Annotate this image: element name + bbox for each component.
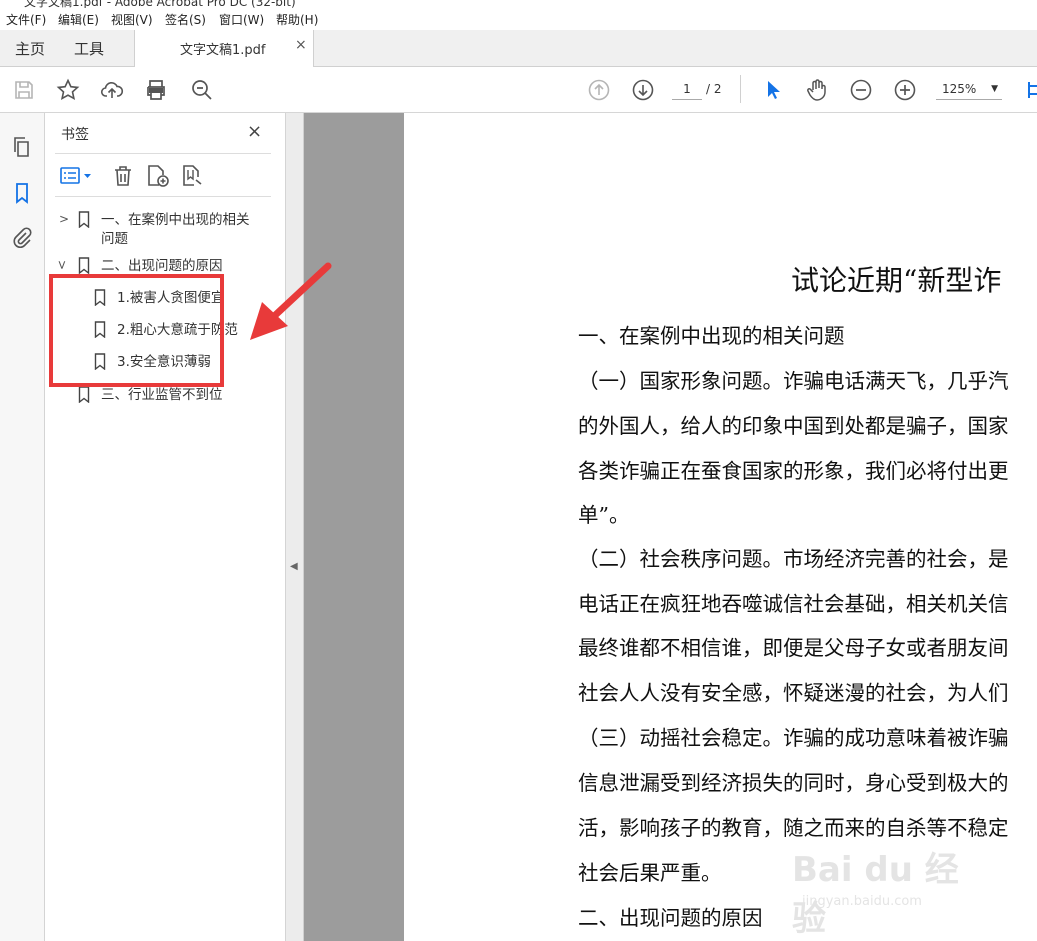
menu-edit[interactable]: 编辑(E) [58,11,99,28]
document-line: 电话正在疯狂地吞噬诚信社会基础，相关机关信 [578,592,1009,616]
document-line: 最终谁都不相信谁，即便是父母子女或者朋友间 [578,636,1009,660]
arrow-up-circle-icon [588,79,610,101]
fit-width-icon [1028,82,1037,98]
bookmark-item-label[interactable]: 一、在案例中出现的相关 [101,211,250,230]
window-title: 文字文稿1.pdf - Adobe Acrobat Pro DC (32-bit… [24,0,296,8]
toolbar-divider [740,75,741,103]
zoom-value: 125% [942,82,977,96]
annotation-arrow-icon [250,262,332,340]
print-button[interactable] [143,77,169,103]
panel-divider [55,153,271,154]
toolbar: 1 / 2 125% ▼ [0,67,1037,113]
page-total: / 2 [706,82,722,96]
document-line: 的外国人，给人的印象中国到处都是骗子，国家 [578,414,1009,438]
magnifier-minus-icon [192,80,212,100]
select-tool-button[interactable] [760,77,786,103]
bookmark-search-icon [183,165,202,186]
document-background [304,113,404,941]
collapse-left-icon[interactable]: ◀ [290,561,298,572]
document-title: 试论近期“新型诈 [791,264,1002,297]
tab-document[interactable]: 文字文稿1.pdf × [134,30,314,67]
window-title-bar: 文字文稿1.pdf - Adobe Acrobat Pro DC (32-bit… [0,0,1037,8]
menu-sign[interactable]: 签名(S) [165,11,206,28]
document-line: 单”。 [578,503,630,527]
delete-bookmark-button[interactable] [111,163,135,189]
list-options-icon [60,167,91,184]
upload-button[interactable] [99,77,125,103]
plus-circle-icon [894,79,916,101]
menu-window[interactable]: 窗口(W) [219,11,264,28]
add-bookmark-icon [148,165,169,187]
bookmark-icon [78,386,90,403]
bookmark-item-label-cont[interactable]: 问题 [101,230,128,249]
tab-bar: 主页 工具 文字文稿1.pdf × [0,30,1037,67]
watermark-logo: Bai du 经验 jingyan.baidu.com [792,842,992,939]
document-line: 活，影响孩子的教育，随之而来的自杀等不稳定 [578,816,1009,840]
copy-pages-icon [14,137,29,157]
document-line: （一）国家形象问题。诈骗电话满天飞，几乎汽 [578,369,1009,393]
annotation-highlight-box [49,274,224,387]
panel-splitter[interactable]: ◀ [286,113,304,941]
next-page-button[interactable] [630,77,656,103]
cloud-upload-icon [100,82,124,98]
watermark-url: jingyan.baidu.com [802,894,922,909]
bookmark-icon [78,257,90,274]
bookmark-properties-button[interactable] [180,163,206,189]
chevron-down-icon[interactable]: > [55,260,69,270]
panel-close-icon[interactable]: × [247,121,262,142]
document-line: （三）动摇社会稳定。诈骗的成功意味着被诈骗 [578,726,1009,750]
fit-page-button[interactable] [1022,77,1037,103]
menu-help[interactable]: 帮助(H) [276,11,318,28]
document-page: 试论近期“新型诈 一、在案例中出现的相关问题 （一）国家形象问题。诈骗电话满天飞… [404,113,1037,941]
pages-thumbnail-button[interactable] [10,135,34,159]
document-line: 二、出现问题的原因 [578,906,763,930]
star-icon [56,78,80,101]
page-number-input[interactable]: 1 [672,79,702,100]
document-line: 信息泄漏受到经济损失的同时，身心受到极大的 [578,771,1009,795]
paperclip-icon [13,227,32,248]
hand-tool-button[interactable] [804,77,830,103]
menu-view[interactable]: 视图(V) [111,11,153,28]
document-line: （二）社会秩序问题。市场经济完善的社会，是 [578,547,1009,571]
save-icon [15,81,33,99]
menu-file[interactable]: 文件(F) [6,11,46,28]
chevron-down-icon: ▼ [991,84,998,94]
bookmarks-panel-button[interactable] [10,181,34,205]
tab-tools[interactable]: 工具 [74,38,104,59]
document-line: 社会后果严重。 [578,861,722,885]
tab-close-icon[interactable]: × [295,37,307,53]
zoom-select[interactable]: 125% ▼ [936,79,1002,100]
zoom-out-button[interactable] [848,77,874,103]
chevron-right-icon[interactable]: > [59,212,69,226]
minus-circle-icon [850,79,872,101]
tab-home[interactable]: 主页 [15,38,45,59]
tab-document-label: 文字文稿1.pdf [180,43,266,58]
attachments-button[interactable] [10,226,34,250]
panel-divider [55,196,271,197]
trash-icon [115,166,131,186]
bookmark-star-button[interactable] [55,77,81,103]
document-line: 一、在案例中出现的相关问题 [578,324,845,348]
menu-bar: 文件(F) 编辑(E) 视图(V) 签名(S) 窗口(W) 帮助(H) [0,8,1037,30]
panel-title: 书签 [61,127,89,143]
prev-page-button[interactable] [586,77,612,103]
bookmark-icon [78,211,90,228]
save-button[interactable] [11,77,37,103]
bookmarks-panel: 书签 × > 一、在案例中出现的相关 问题 > 二、出现问题的原因 1.被害人贪… [45,113,286,941]
bookmark-item-label[interactable]: 三、行业监管不到位 [101,386,223,405]
document-line: 各类诈骗正在蚕食国家的形象，我们必将付出更 [578,459,1009,483]
new-bookmark-button[interactable] [145,163,171,189]
document-line: 社会人人没有安全感，怀疑迷漫的社会，为人们 [578,681,1009,705]
hand-icon [807,79,826,101]
bookmark-options-button[interactable] [59,163,97,189]
zoom-search-button[interactable] [189,77,215,103]
printer-icon [147,80,165,100]
zoom-in-button[interactable] [892,77,918,103]
watermark-main: Bai du 经验 [792,850,959,939]
arrow-down-circle-icon [632,79,654,101]
navigation-rail [0,113,45,941]
bookmark-icon [16,183,28,204]
cursor-arrow-icon [768,81,780,99]
